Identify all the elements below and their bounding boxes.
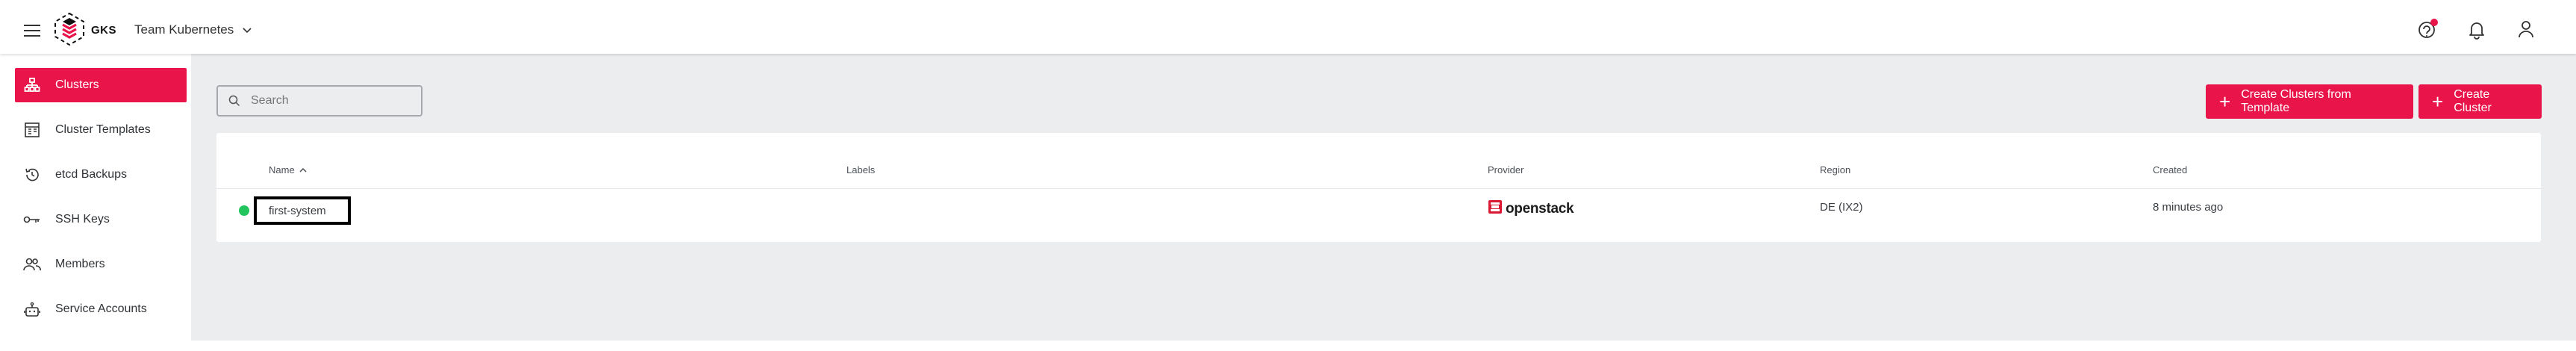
cluster-created-cell: 8 minutes ago <box>2153 201 2224 214</box>
clusters-table: Name Labels Provider Region Created firs… <box>216 133 2541 242</box>
search-input[interactable] <box>249 93 402 108</box>
provider-name: openstack <box>1506 200 1574 217</box>
cluster-name-cell[interactable]: first-system <box>254 196 351 225</box>
help-icon[interactable] <box>2416 18 2439 40</box>
sort-ascending-icon <box>299 164 307 176</box>
main-content: + Create Clusters from Template + Create… <box>191 54 2576 341</box>
header-divider <box>216 188 2541 189</box>
create-cluster-button[interactable]: + Create Cluster <box>2418 84 2542 119</box>
sidebar-item-members[interactable]: Members <box>15 247 187 282</box>
bell-icon[interactable] <box>2466 18 2488 40</box>
search-box[interactable] <box>216 85 422 117</box>
search-icon <box>228 95 240 107</box>
button-label: Create Clusters from Template <box>2241 88 2351 114</box>
sidebar-item-etcd-backups[interactable]: etcd Backups <box>15 158 187 192</box>
sidebar-item-clusters[interactable]: Clusters <box>15 68 187 102</box>
openstack-logo-icon <box>1488 199 1503 218</box>
sidebar-item-label: Cluster Templates <box>55 123 151 136</box>
robot-icon <box>22 299 42 319</box>
sidebar-item-cluster-templates[interactable]: Cluster Templates <box>15 113 187 147</box>
chevron-down-icon <box>243 22 252 37</box>
status-indicator <box>239 205 249 216</box>
plus-icon: + <box>2219 90 2231 113</box>
column-header-label: Provider <box>1488 164 1524 176</box>
column-header-label: Name <box>269 164 295 176</box>
column-header-region[interactable]: Region <box>1820 164 1850 176</box>
project-name: Team Kubernetes <box>134 22 234 37</box>
sidebar: Clusters Cluster Templates etcd Backups … <box>0 54 191 351</box>
column-header-provider[interactable]: Provider <box>1488 164 1524 176</box>
user-icon[interactable] <box>2515 18 2537 40</box>
cluster-region-cell: DE (IX2) <box>1820 201 1863 214</box>
column-header-labels[interactable]: Labels <box>846 164 875 176</box>
column-header-label: Region <box>1820 164 1851 176</box>
button-label: Create Cluster <box>2454 88 2492 114</box>
gks-logo-icon[interactable] <box>49 9 90 49</box>
provider-cell: openstack <box>1488 199 1574 218</box>
project-selector[interactable]: Team Kubernetes <box>134 22 252 37</box>
bottom-edge <box>0 341 2576 351</box>
column-header-name[interactable]: Name <box>269 164 307 176</box>
sidebar-item-label: SSH Keys <box>55 213 110 226</box>
sidebar-item-label: etcd Backups <box>55 168 128 181</box>
sidebar-item-label: Clusters <box>55 78 99 91</box>
top-bar: GKS Team Kubernetes <box>0 0 2576 54</box>
brand-name: GKS <box>91 24 117 37</box>
template-icon <box>22 120 42 140</box>
restore-icon <box>22 165 42 184</box>
create-clusters-from-template-button[interactable]: + Create Clusters from Template <box>2206 84 2413 119</box>
members-icon <box>22 255 42 274</box>
header-actions <box>2416 18 2537 40</box>
plus-icon: + <box>2432 90 2444 113</box>
menu-icon[interactable] <box>21 21 43 40</box>
sidebar-item-label: Members <box>55 258 105 270</box>
sitemap-icon <box>22 75 42 95</box>
column-header-label: Labels <box>846 164 876 176</box>
column-header-label: Created <box>2153 164 2188 176</box>
notification-dot <box>2430 19 2438 26</box>
column-header-created[interactable]: Created <box>2153 164 2187 176</box>
key-icon <box>22 210 42 229</box>
sidebar-item-ssh-keys[interactable]: SSH Keys <box>15 202 187 237</box>
sidebar-item-label: Service Accounts <box>55 302 147 315</box>
sidebar-item-service-accounts[interactable]: Service Accounts <box>15 292 187 326</box>
